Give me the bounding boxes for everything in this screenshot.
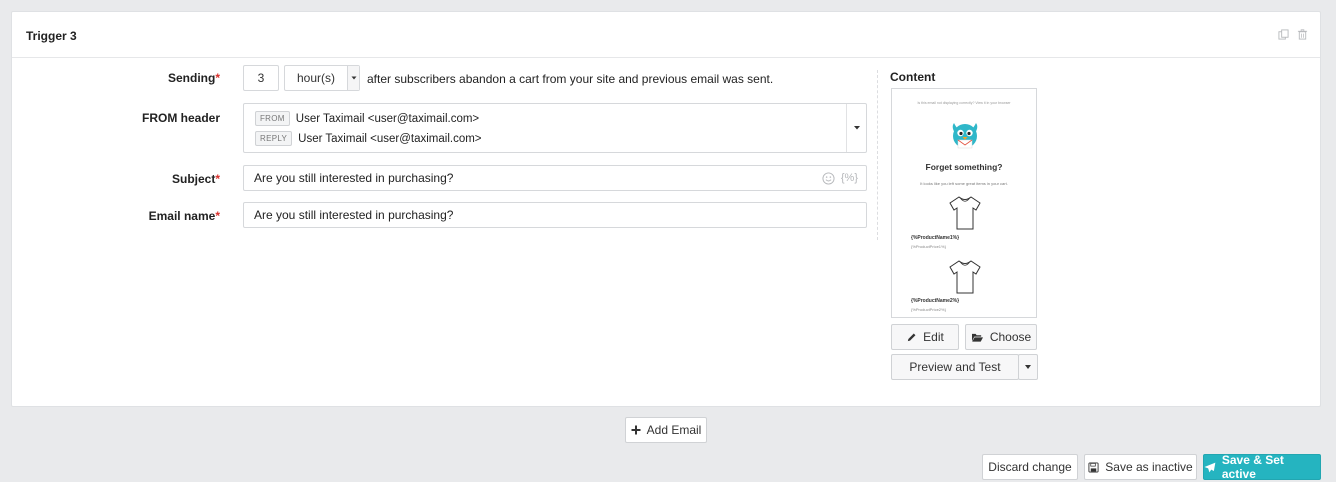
pencil-icon [907, 333, 916, 341]
from-header-label: FROM header [141, 111, 220, 125]
sending-unit-select[interactable]: hour(s) [284, 65, 360, 91]
chevron-down-icon [1025, 365, 1031, 369]
content-title: Content [890, 70, 936, 84]
required-mark: * [215, 172, 220, 186]
tshirt-icon [949, 196, 981, 230]
sending-label: Sending* [167, 71, 220, 85]
sending-amount-input[interactable]: 3 [243, 65, 279, 91]
sending-description: after subscribers abandon a cart from yo… [367, 72, 774, 86]
reply-row: REPLY User Taximail <user@taximail.com> [255, 131, 482, 146]
email-preview-thumbnail[interactable]: Is this email not displaying correctly? … [891, 88, 1037, 318]
from-value: User Taximail <user@taximail.com> [295, 112, 480, 125]
insert-tag-button[interactable]: {%} [841, 166, 858, 190]
reply-tag: REPLY [255, 131, 293, 146]
preview-product2-name: {%ProductName2%} [911, 298, 960, 304]
discard-change-button[interactable]: Discard change [982, 454, 1078, 480]
trigger-panel: Trigger 3 Sending* 3 hour(s) after subsc… [11, 11, 1321, 407]
required-mark: * [215, 71, 220, 85]
chevron-down-icon [347, 66, 359, 90]
plus-icon [631, 425, 641, 435]
subject-tools: {%} [822, 166, 858, 190]
emoji-icon[interactable] [822, 171, 835, 185]
save-and-set-active-button[interactable]: Save & Set active [1203, 453, 1321, 481]
preview-options-dropdown[interactable] [1018, 354, 1038, 380]
section-divider [877, 70, 878, 240]
copy-icon[interactable] [1278, 29, 1289, 40]
subject-input[interactable]: Are you still interested in purchasing? … [243, 165, 867, 191]
preview-top-note: Is this email not displaying correctly? … [917, 101, 1011, 105]
choose-button[interactable]: Choose [965, 324, 1037, 350]
email-name-value: Are you still interested in purchasing? [254, 208, 454, 222]
save-as-inactive-label: Save as inactive [1105, 460, 1193, 474]
paper-plane-icon [1204, 462, 1216, 472]
email-name-input[interactable]: Are you still interested in purchasing? [243, 202, 867, 228]
email-name-label: Email name* [148, 209, 220, 223]
subject-value: Are you still interested in purchasing? [254, 171, 454, 185]
subject-label: Subject* [171, 172, 220, 186]
reply-value: User Taximail <user@taximail.com> [298, 132, 482, 145]
preview-heading: Forget something? [925, 162, 1003, 172]
sending-unit-value: hour(s) [297, 71, 336, 85]
edit-button[interactable]: Edit [891, 324, 959, 350]
add-email-button[interactable]: Add Email [625, 417, 707, 443]
preview-product1-price: {%ProductPrice1%} [911, 244, 946, 249]
save-as-inactive-button[interactable]: Save as inactive [1084, 454, 1197, 480]
from-row: FROM User Taximail <user@taximail.com> [255, 111, 479, 126]
folder-open-icon [971, 333, 983, 342]
save-and-set-active-label: Save & Set active [1221, 453, 1284, 481]
bird-mascot-icon [952, 123, 978, 149]
add-email-label: Add Email [646, 423, 702, 437]
from-header-select[interactable]: FROM User Taximail <user@taximail.com> R… [243, 103, 867, 153]
preview-subtext: It looks like you left some great items … [920, 181, 1008, 186]
preview-and-test-button[interactable]: Preview and Test [891, 354, 1019, 380]
header-icons [1278, 29, 1308, 40]
preview-product2-price: {%ProductPrice2%} [911, 307, 946, 312]
trash-icon[interactable] [1297, 29, 1308, 40]
from-tag: FROM [255, 111, 290, 126]
required-mark: * [215, 209, 220, 223]
floppy-disk-icon [1088, 461, 1099, 473]
edit-button-label: Edit [923, 330, 944, 344]
trigger-title: Trigger 3 [26, 29, 77, 43]
preview-product1-name: {%ProductName1%} [911, 235, 960, 241]
tshirt-icon [949, 260, 981, 294]
choose-button-label: Choose [989, 330, 1032, 344]
panel-header: Trigger 3 [12, 12, 1320, 58]
chevron-down-icon [846, 104, 866, 152]
